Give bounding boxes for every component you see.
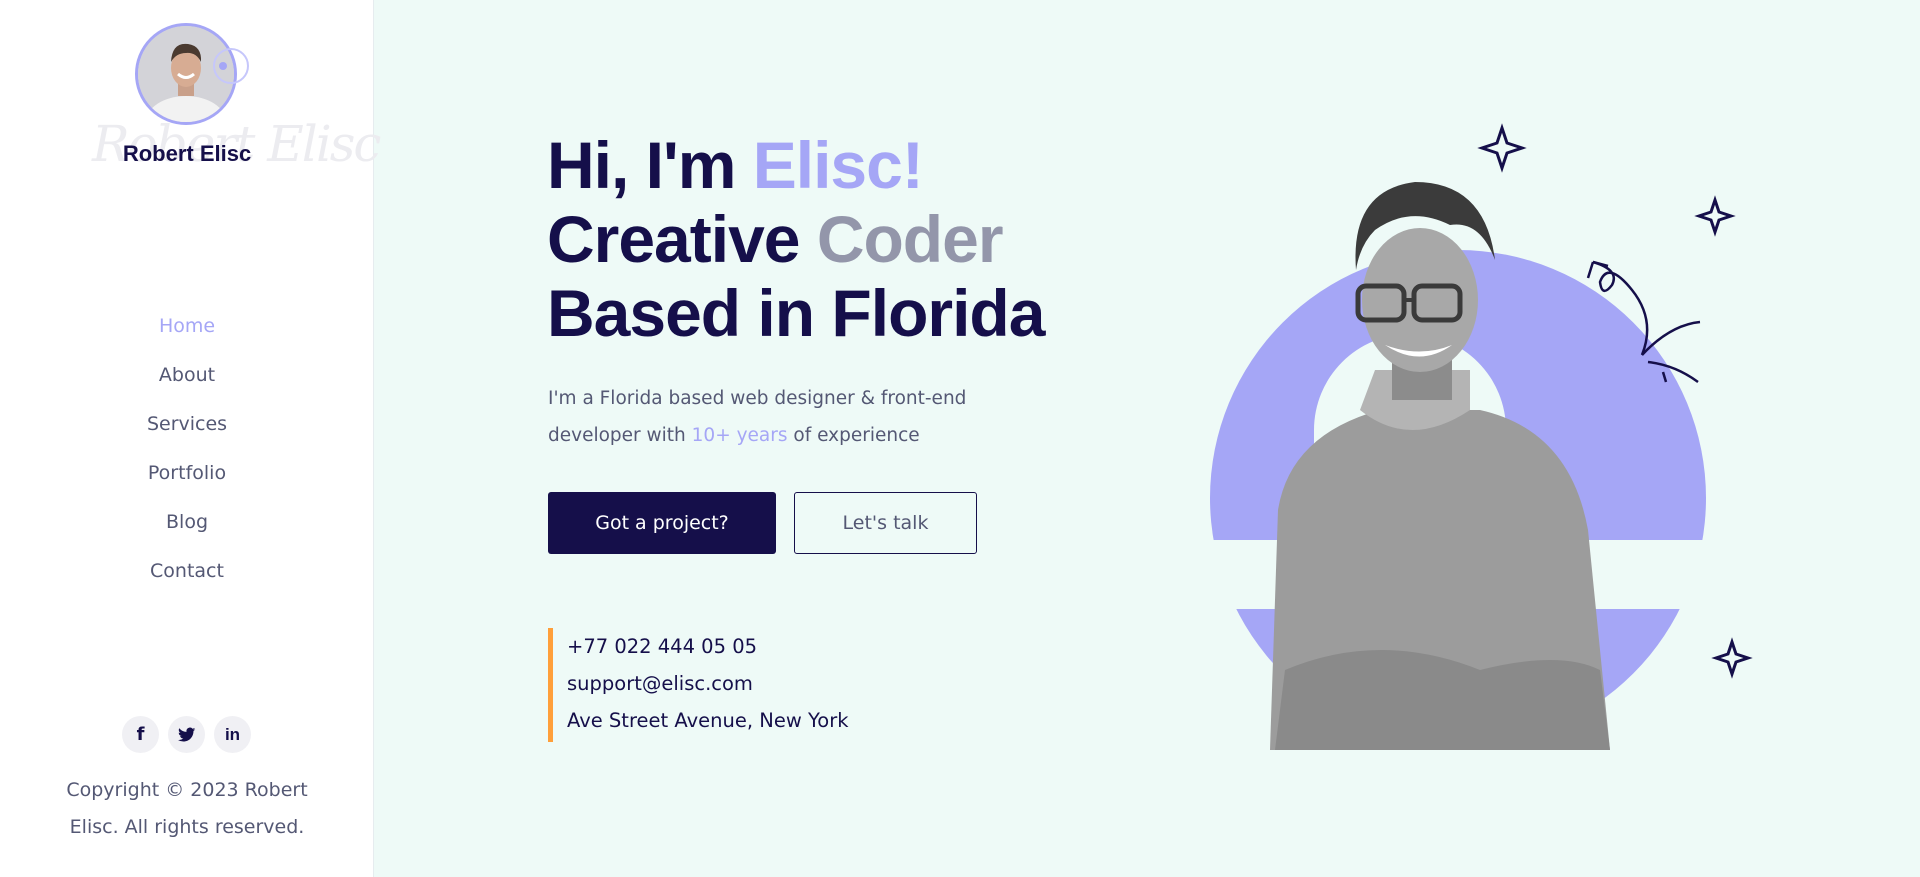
copyright-line-1: Copyright © 2023 Robert [66, 779, 308, 801]
facebook-icon[interactable]: f [122, 716, 159, 753]
contact-info: +77 022 444 05 05 support@elisc.com Ave … [548, 628, 849, 742]
hero-greeting: Hi, I'm [547, 128, 753, 202]
nav-item-contact[interactable]: Contact [0, 555, 374, 604]
main-nav: Home About Services Portfolio Blog Conta… [0, 310, 374, 604]
sparkle-icon [1694, 195, 1736, 237]
nav-item-services[interactable]: Services [0, 408, 374, 457]
hero-desc-pre: developer with [548, 425, 692, 446]
contact-phone[interactable]: +77 022 444 05 05 [567, 628, 849, 665]
avatar-wrap [135, 23, 249, 125]
nav-item-blog[interactable]: Blog [0, 506, 374, 555]
sparkle-icon [1477, 123, 1527, 173]
hero-name: Elisc! [752, 128, 924, 202]
person-portrait [1270, 182, 1610, 750]
lets-talk-button[interactable]: Let's talk [794, 492, 977, 554]
twitter-icon[interactable] [168, 716, 205, 753]
nav-item-home[interactable]: Home [0, 310, 374, 359]
social-links: f in [122, 716, 251, 753]
hero-desc-line-2: developer with 10+ years of experience [548, 417, 988, 454]
linkedin-icon[interactable]: in [214, 716, 251, 753]
got-a-project-button[interactable]: Got a project? [548, 492, 776, 554]
hero-desc-post: of experience [787, 425, 920, 446]
copyright-line-2: Elisc. All rights reserved. [69, 816, 305, 838]
contact-address: Ave Street Avenue, New York [567, 709, 849, 732]
twitter-bird-icon [177, 727, 195, 742]
hero-title-line-2: Creative Coder [547, 202, 1044, 276]
hero-description: I'm a Florida based web designer & front… [548, 380, 988, 454]
hero-role-2: Coder [816, 202, 1004, 276]
nav-item-portfolio[interactable]: Portfolio [0, 457, 374, 506]
hero-role-1: Creative [547, 202, 817, 276]
copyright: Copyright © 2023 Robert Elisc. All right… [0, 772, 374, 846]
hero-desc-highlight: 10+ years [691, 425, 788, 446]
hero-title-line-3: Based in Florida [547, 276, 1045, 350]
hero-desc-line-1: I'm a Florida based web designer & front… [548, 388, 967, 409]
contact-email[interactable]: support@elisc.com [567, 665, 849, 702]
hero-title-line-1: Hi, I'm Elisc! [547, 128, 1044, 202]
brand-name: Robert Elisc [122, 141, 252, 166]
avatar-decor-dot [219, 62, 227, 70]
nav-item-about[interactable]: About [0, 359, 374, 408]
sidebar: Robert Elisc Robert Elisc Home About Ser… [0, 0, 381, 877]
hero-illustration [1210, 123, 1753, 750]
hero-title: Hi, I'm Elisc! Creative Coder Based in F… [547, 128, 1045, 350]
sparkle-icon [1711, 637, 1753, 679]
